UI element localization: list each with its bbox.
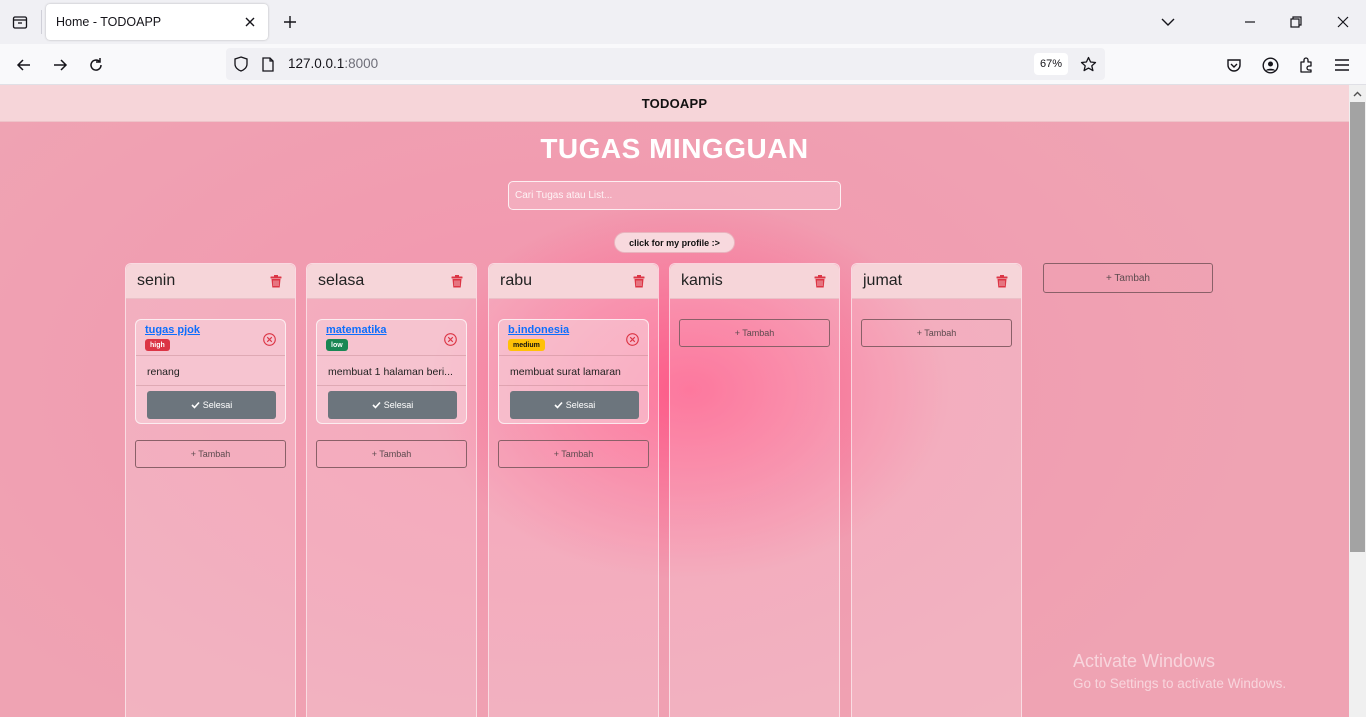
add-list-button[interactable]: + Tambah — [1043, 263, 1213, 293]
task-description: membuat surat lamaran — [510, 366, 621, 378]
list-header: selasa — [307, 264, 476, 299]
watermark-subtitle: Go to Settings to activate Windows. — [1073, 676, 1287, 691]
trash-icon[interactable] — [632, 274, 646, 289]
new-tab-icon[interactable] — [280, 12, 300, 32]
done-label: Selesai — [383, 400, 414, 410]
list-header: senin — [126, 264, 295, 299]
list-title: jumat — [863, 272, 903, 289]
divider — [499, 385, 648, 386]
list-column-senin: senin tugas pjok high renang Selesai + T… — [125, 263, 296, 717]
tab-list-icon[interactable] — [8, 10, 32, 34]
add-task-button[interactable]: + Tambah — [679, 319, 830, 347]
list-header: kamis — [670, 264, 839, 299]
task-title-link[interactable]: matematika — [326, 324, 387, 336]
task-card: matematika low membuat 1 halaman beri...… — [316, 319, 467, 424]
done-button[interactable]: Selesai — [147, 391, 276, 419]
app-brand[interactable]: TODOAPP — [642, 96, 707, 111]
done-label: Selesai — [202, 400, 233, 410]
list-header: jumat — [852, 264, 1021, 299]
windows-activation-watermark: Activate Windows Go to Settings to activ… — [1073, 651, 1286, 691]
list-title: rabu — [500, 272, 533, 289]
back-icon[interactable] — [12, 53, 36, 77]
task-title-link[interactable]: b.indonesia — [508, 324, 569, 336]
done-button[interactable]: Selesai — [510, 391, 639, 419]
trash-icon[interactable] — [813, 274, 827, 289]
check-icon — [191, 401, 200, 409]
forward-icon[interactable] — [48, 53, 72, 77]
url-text[interactable]: 127.0.0.1:8000 — [288, 56, 378, 71]
list-title: selasa — [318, 272, 365, 289]
trash-icon[interactable] — [450, 274, 464, 289]
priority-badge: medium — [508, 339, 545, 351]
search-input[interactable] — [508, 181, 841, 210]
list-header: rabu — [489, 264, 658, 299]
task-card-header: matematika low — [317, 320, 466, 356]
profile-button[interactable]: click for my profile :> — [614, 232, 735, 253]
list-all-tabs-icon[interactable] — [1158, 12, 1178, 32]
list-column-kamis: kamis + Tambah — [669, 263, 840, 717]
check-icon — [372, 401, 381, 409]
done-label: Selesai — [565, 400, 596, 410]
page-icon[interactable] — [259, 55, 277, 73]
task-title-link[interactable]: tugas pjok — [145, 324, 200, 336]
extensions-icon[interactable] — [1294, 53, 1318, 77]
restore-icon[interactable] — [1286, 12, 1306, 32]
list-column-rabu: rabu b.indonesia medium membuat surat la… — [488, 263, 659, 717]
remove-task-icon[interactable] — [443, 332, 457, 346]
divider — [317, 385, 466, 386]
task-card: tugas pjok high renang Selesai — [135, 319, 286, 424]
check-icon — [554, 401, 563, 409]
trash-icon[interactable] — [269, 274, 283, 289]
page-scrollbar[interactable] — [1349, 85, 1366, 717]
browser-nav-bar: 127.0.0.1:8000 67% — [0, 44, 1366, 85]
task-card: b.indonesia medium membuat surat lamaran… — [498, 319, 649, 424]
menu-hamburger-icon[interactable] — [1330, 53, 1354, 77]
trash-icon[interactable] — [995, 274, 1009, 289]
watermark-title: Activate Windows — [1073, 651, 1216, 671]
divider — [136, 385, 285, 386]
browser-tab-bar: Home - TODOAPP — [0, 0, 1366, 44]
url-bar[interactable]: 127.0.0.1:8000 67% — [226, 48, 1105, 80]
tab-separator — [41, 10, 42, 34]
account-icon[interactable] — [1258, 53, 1282, 77]
reload-icon[interactable] — [84, 53, 108, 77]
tab-home-todoapp[interactable]: Home - TODOAPP — [46, 4, 268, 40]
add-task-button[interactable]: + Tambah — [498, 440, 649, 468]
add-task-button[interactable]: + Tambah — [135, 440, 286, 468]
tab-title: Home - TODOAPP — [56, 15, 162, 29]
scrollbar-thumb[interactable] — [1350, 102, 1365, 552]
scroll-up-arrow-icon[interactable] — [1349, 85, 1366, 102]
priority-badge: high — [145, 339, 170, 351]
task-card-header: tugas pjok high — [136, 320, 285, 356]
add-task-button[interactable]: + Tambah — [861, 319, 1012, 347]
tab-close-icon[interactable] — [240, 12, 260, 32]
close-window-icon[interactable] — [1333, 12, 1353, 32]
list-column-jumat: jumat + Tambah — [851, 263, 1022, 717]
shield-icon[interactable] — [232, 55, 250, 73]
task-card-header: b.indonesia medium — [499, 320, 648, 356]
list-title: senin — [137, 272, 176, 289]
bookmark-star-icon[interactable] — [1078, 54, 1098, 74]
task-description: renang — [147, 366, 180, 378]
list-title: kamis — [681, 272, 723, 289]
zoom-level[interactable]: 67% — [1034, 53, 1068, 75]
page-viewport: TODOAPP TUGAS MINGGUAN click for my prof… — [0, 85, 1349, 717]
list-column-selasa: selasa matematika low membuat 1 halaman … — [306, 263, 477, 717]
app-navbar: TODOAPP — [0, 85, 1349, 122]
minimize-icon[interactable] — [1240, 12, 1260, 32]
remove-task-icon[interactable] — [262, 332, 276, 346]
done-button[interactable]: Selesai — [328, 391, 457, 419]
page-title: TUGAS MINGGUAN — [540, 133, 809, 164]
add-task-button[interactable]: + Tambah — [316, 440, 467, 468]
task-description: membuat 1 halaman beri... — [328, 366, 453, 378]
priority-badge: low — [326, 339, 348, 351]
remove-task-icon[interactable] — [625, 332, 639, 346]
pocket-icon[interactable] — [1222, 53, 1246, 77]
